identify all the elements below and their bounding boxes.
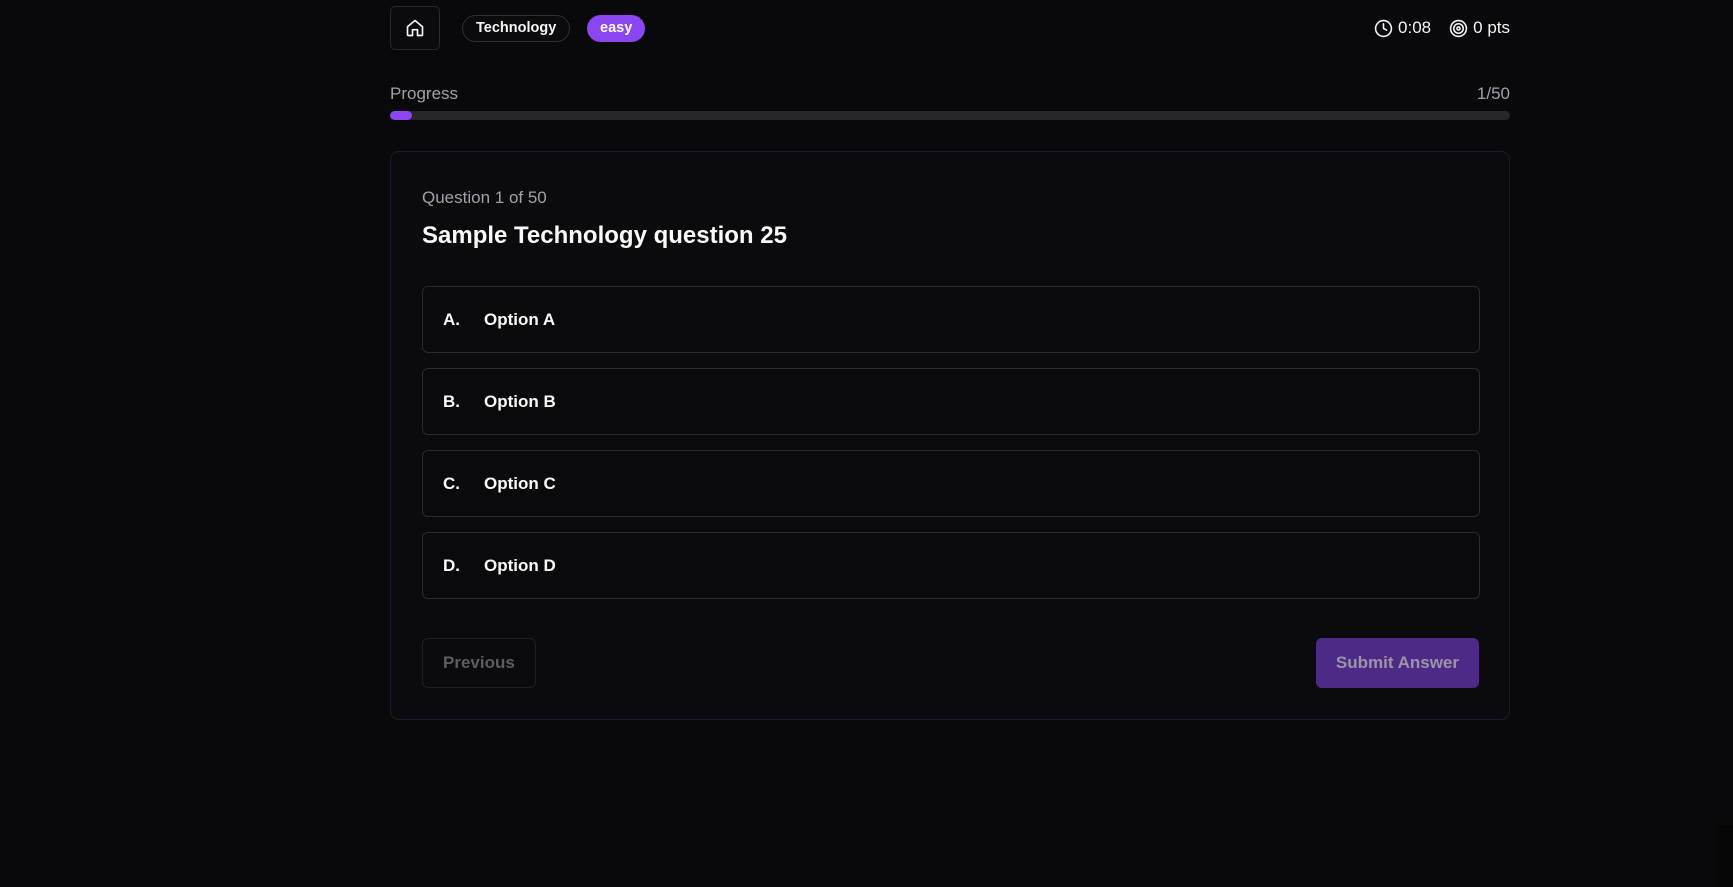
answer-options: A. Option A B. Option B C. Option C D. O… [422, 286, 1480, 614]
clock-icon [1374, 19, 1393, 37]
quiz-page: Technology easy 0:08 0 pts Progress 1/50… [0, 0, 1733, 887]
option-text: Option D [484, 555, 556, 575]
option-a[interactable]: A. Option A [422, 286, 1480, 353]
option-letter: A. [443, 309, 460, 329]
quiz-container: Technology easy 0:08 0 pts Progress 1/50… [390, 0, 1510, 720]
home-button[interactable] [390, 6, 440, 50]
progress-fill [390, 111, 413, 120]
option-letter: B. [443, 391, 460, 411]
option-c[interactable]: C. Option C [422, 450, 1480, 517]
progress-row: Progress 1/50 [390, 84, 1510, 104]
option-text: Option A [484, 309, 556, 329]
question-counter: Question 1 of 50 [422, 188, 547, 207]
timer-stat: 0:08 [1374, 18, 1431, 38]
difficulty-badge: easy [587, 15, 646, 42]
previous-button[interactable]: Previous [422, 638, 536, 688]
submit-answer-button[interactable]: Submit Answer [1315, 638, 1479, 688]
progress-count: 1/50 [1476, 84, 1510, 103]
option-text: Option B [484, 391, 556, 411]
option-d[interactable]: D. Option D [422, 532, 1480, 599]
option-b[interactable]: B. Option B [422, 368, 1480, 435]
question-card: Question 1 of 50 Sample Technology quest… [390, 151, 1510, 720]
timer-value: 0:08 [1398, 18, 1432, 37]
option-letter: D. [443, 555, 460, 575]
question-title: Sample Technology question 25 [422, 222, 787, 249]
points-value: 0 pts [1473, 18, 1510, 37]
option-letter: C. [443, 473, 460, 493]
home-icon [406, 19, 424, 37]
progress-label: Progress [390, 84, 459, 103]
progress-bar [390, 111, 1510, 120]
target-icon [1449, 19, 1468, 37]
option-text: Option C [484, 473, 556, 493]
points-stat: 0 pts [1449, 18, 1510, 38]
corner-shade [1718, 825, 1733, 887]
quiz-header: Technology easy 0:08 0 pts [390, 0, 1510, 58]
quiz-stats: 0:08 0 pts [1374, 18, 1510, 38]
category-badge: Technology [462, 15, 571, 42]
